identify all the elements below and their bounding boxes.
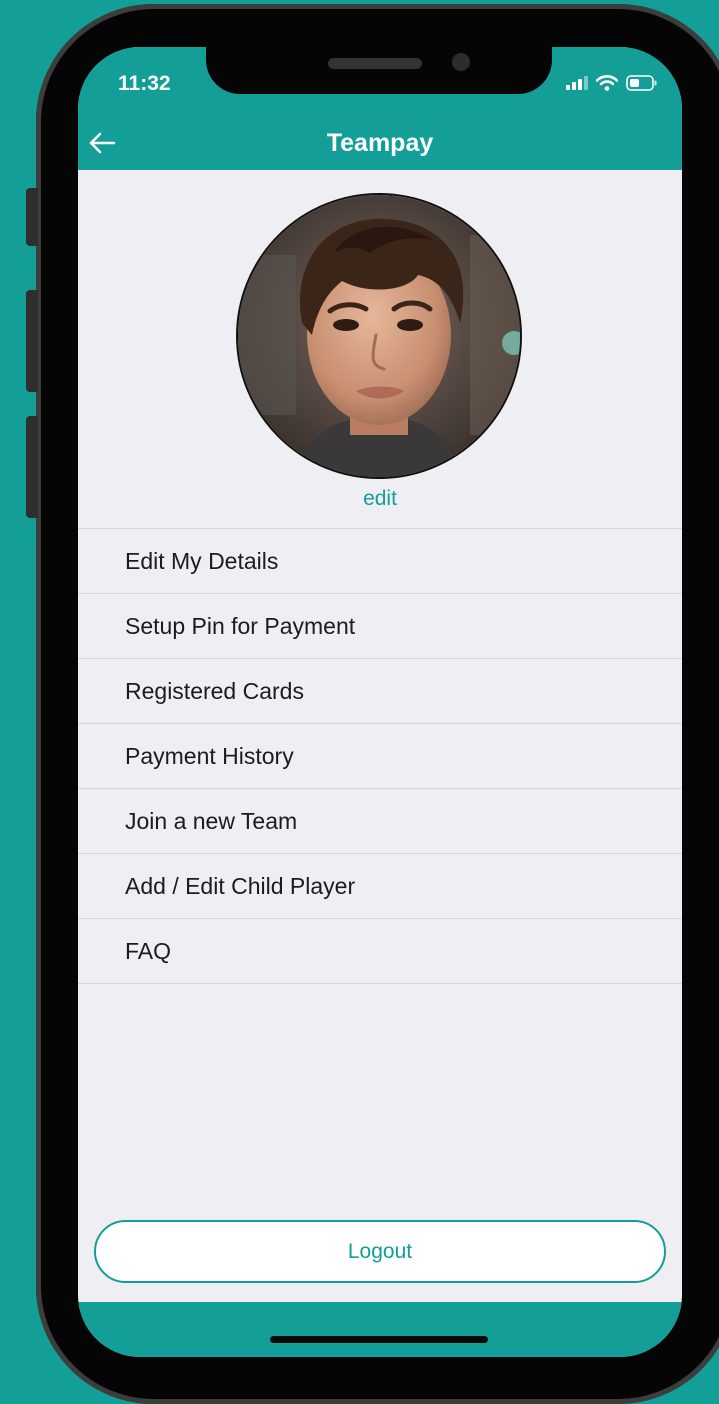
menu-item-payment-history[interactable]: Payment History: [78, 724, 682, 789]
avatar[interactable]: [236, 193, 522, 479]
profile-photo: [238, 195, 520, 477]
menu-item-faq[interactable]: FAQ: [78, 919, 682, 984]
home-indicator[interactable]: [270, 1336, 488, 1343]
phone-side-button-volume-down: [26, 416, 38, 518]
menu-item-add-edit-child-player[interactable]: Add / Edit Child Player: [78, 854, 682, 919]
status-icons: [566, 75, 658, 91]
phone-notch: [206, 47, 552, 94]
menu-item-join-a-new-team[interactable]: Join a new Team: [78, 789, 682, 854]
phone-side-button-mute: [26, 188, 38, 246]
app-screen: 11:32 Teampay edit Edit My Details Setup…: [78, 47, 682, 1357]
notch-speaker: [328, 58, 422, 69]
menu-item-registered-cards[interactable]: Registered Cards: [78, 659, 682, 724]
cellular-signal-icon: [566, 76, 588, 90]
status-time: 11:32: [118, 72, 171, 95]
battery-icon: [626, 75, 657, 91]
page-title: Teampay: [326, 129, 434, 157]
menu-item-edit-my-details[interactable]: Edit My Details: [78, 529, 682, 594]
settings-menu: Edit My Details Setup Pin for Payment Re…: [78, 528, 682, 984]
wifi-icon: [596, 75, 618, 91]
logout-button[interactable]: Logout: [94, 1220, 666, 1283]
notch-camera: [452, 53, 470, 71]
bottom-bar: [78, 1302, 682, 1357]
menu-item-setup-pin-for-payment[interactable]: Setup Pin for Payment: [78, 594, 682, 659]
edit-photo-link[interactable]: edit: [78, 487, 682, 511]
phone-side-button-volume-up: [26, 290, 38, 392]
